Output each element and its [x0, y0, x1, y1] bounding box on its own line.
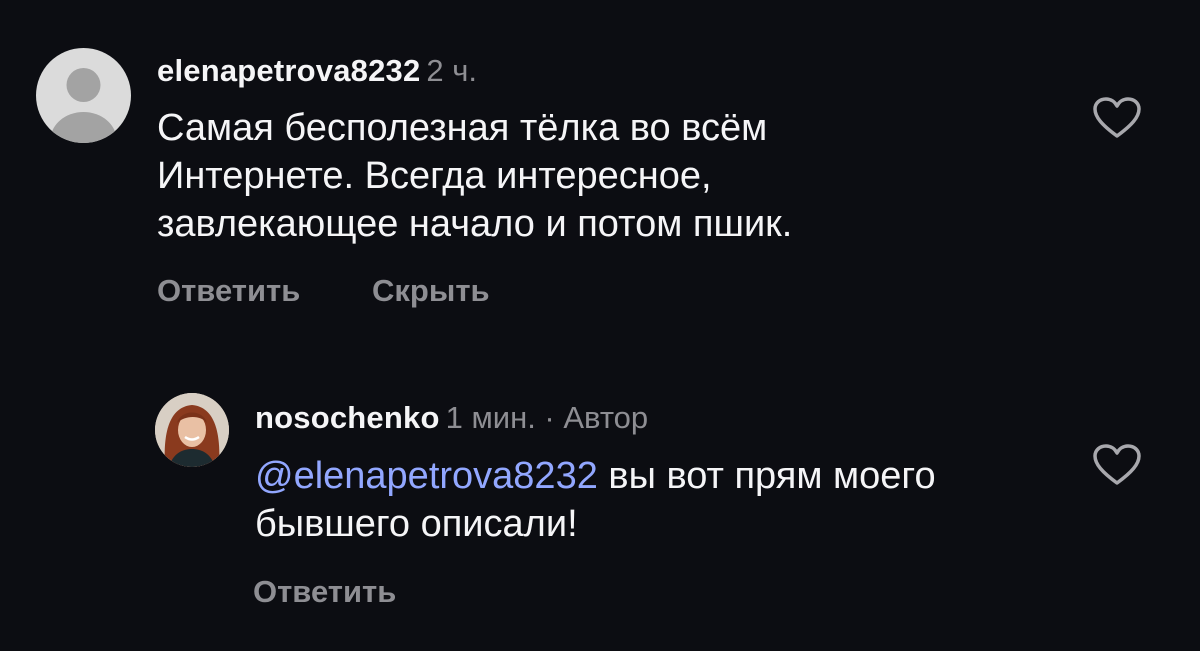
- comment-header: elenapetrova8232 2 ч.: [157, 53, 477, 89]
- timestamp: 2 ч.: [426, 53, 478, 88]
- heart-outline-icon[interactable]: [1092, 96, 1142, 140]
- user-mention[interactable]: @elenapetrova8232: [255, 455, 598, 497]
- heart-outline-icon[interactable]: [1092, 443, 1142, 487]
- comment-text-line: Самая бесполезная тёлка во всём: [157, 107, 768, 149]
- username[interactable]: nosochenko: [255, 400, 440, 435]
- comment-header: nosochenko 1 мин. · Автор: [255, 400, 648, 436]
- comment-item: elenapetrova8232 2 ч. Самая бесполезная т…: [0, 0, 1200, 330]
- default-avatar-icon[interactable]: [36, 48, 131, 143]
- user-photo-avatar[interactable]: [155, 393, 229, 467]
- comment-text-line: бывшего описали!: [255, 503, 578, 545]
- reply-button[interactable]: Ответить: [253, 574, 396, 610]
- username[interactable]: elenapetrova8232: [157, 53, 420, 88]
- timestamp-author: 1 мин. · Автор: [445, 400, 649, 435]
- comment-text-line: завлекающее начало и потом пшик.: [157, 203, 793, 245]
- comment-text-line: Интернете. Всегда интересное,: [157, 155, 712, 197]
- comment-text: вы вот прям моего: [597, 455, 936, 497]
- comment-text-line: @elenapetrova8232 вы вот прям моего: [255, 453, 936, 499]
- comments-thread: elenapetrova8232 2 ч. Самая бесполезная т…: [0, 0, 1200, 651]
- hide-button[interactable]: Скрыть: [372, 273, 490, 309]
- reply-button[interactable]: Ответить: [157, 273, 300, 309]
